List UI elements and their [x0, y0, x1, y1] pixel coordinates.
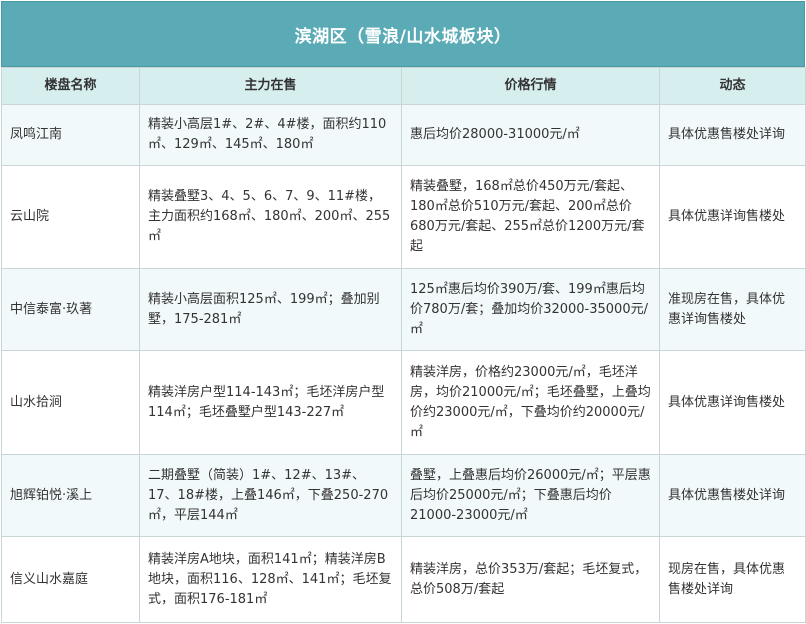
cell-status: 现房在售，具体优惠售楼处详询	[659, 536, 806, 623]
cell-price: 惠后均价28000-31000元/㎡	[401, 104, 660, 166]
header-status: 动态	[659, 67, 806, 105]
cell-name: 中信泰富·玖著	[1, 268, 140, 351]
cell-status: 准现房在售，具体优惠详询售楼处	[659, 268, 806, 351]
table-row: 中信泰富·玖著 精装小高层面积125㎡、199㎡；叠加别墅，175-281㎡ 1…	[1, 268, 806, 351]
table-row: 旭辉铂悦·溪上 二期叠墅（简装）1#、12#、13#、17、18#楼，上叠146…	[1, 454, 806, 537]
header-name: 楼盘名称	[1, 67, 140, 105]
cell-name: 山水拾涧	[1, 350, 140, 455]
cell-price: 125㎡惠后均价390万/套、199㎡惠后均价780万/套；叠加均价32000-…	[401, 268, 660, 351]
cell-status: 具体优惠详询售楼处	[659, 165, 806, 269]
cell-price: 叠墅，上叠惠后均价26000元/㎡；平层惠后均价25000元/㎡；下叠惠后均价2…	[401, 454, 660, 537]
property-table: 楼盘名称 主力在售 价格行情 动态 凤鸣江南 精装小高层1#、2#、4#楼，面积…	[1, 67, 806, 623]
cell-price: 精装洋房，价格约23000元/㎡，毛坯洋房，均价21000元/㎡；毛坯叠墅，上叠…	[401, 350, 660, 455]
cell-product: 精装小高层面积125㎡、199㎡；叠加别墅，175-281㎡	[139, 268, 402, 351]
table-header-row: 楼盘名称 主力在售 价格行情 动态	[1, 67, 806, 105]
cell-product: 精装小高层1#、2#、4#楼，面积约110㎡、129㎡、145㎡、180㎡	[139, 104, 402, 166]
table-row: 山水拾涧 精装洋房户型114-143㎡；毛坯洋房户型114㎡；毛坯叠墅户型143…	[1, 350, 806, 455]
table-row: 云山院 精装叠墅3、4、5、6、7、9、11#楼，主力面积约168㎡、180㎡、…	[1, 165, 806, 269]
cell-price: 精装叠墅，168㎡总价450万元/套起、180㎡总价510万元/套起、200㎡总…	[401, 165, 660, 269]
table-row: 凤鸣江南 精装小高层1#、2#、4#楼，面积约110㎡、129㎡、145㎡、18…	[1, 104, 806, 166]
cell-product: 精装洋房户型114-143㎡；毛坯洋房户型114㎡；毛坯叠墅户型143-227㎡	[139, 350, 402, 455]
table-title: 滨湖区（雪浪/山水城板块）	[1, 1, 805, 67]
cell-product: 精装洋房A地块，面积141㎡；精装洋房B地块，面积116、128㎡、141㎡；毛…	[139, 536, 402, 623]
header-product: 主力在售	[139, 67, 402, 105]
cell-name: 凤鸣江南	[1, 104, 140, 166]
page: 滨湖区（雪浪/山水城板块） 楼盘名称 主力在售 价格行情 动态 凤鸣江南 精装小…	[0, 0, 806, 624]
cell-status: 具体优惠详询售楼处	[659, 350, 806, 455]
cell-status: 具体优惠售楼处详询	[659, 454, 806, 537]
cell-product: 精装叠墅3、4、5、6、7、9、11#楼，主力面积约168㎡、180㎡、200㎡…	[139, 165, 402, 269]
cell-name: 云山院	[1, 165, 140, 269]
cell-name: 旭辉铂悦·溪上	[1, 454, 140, 537]
cell-name: 信义山水嘉庭	[1, 536, 140, 623]
cell-product: 二期叠墅（简装）1#、12#、13#、17、18#楼，上叠146㎡，下叠250-…	[139, 454, 402, 537]
cell-price: 精装洋房，总价353万/套起；毛坯复式，总价508万/套起	[401, 536, 660, 623]
header-price: 价格行情	[401, 67, 660, 105]
table-row: 信义山水嘉庭 精装洋房A地块，面积141㎡；精装洋房B地块，面积116、128㎡…	[1, 536, 806, 623]
cell-status: 具体优惠售楼处详询	[659, 104, 806, 166]
